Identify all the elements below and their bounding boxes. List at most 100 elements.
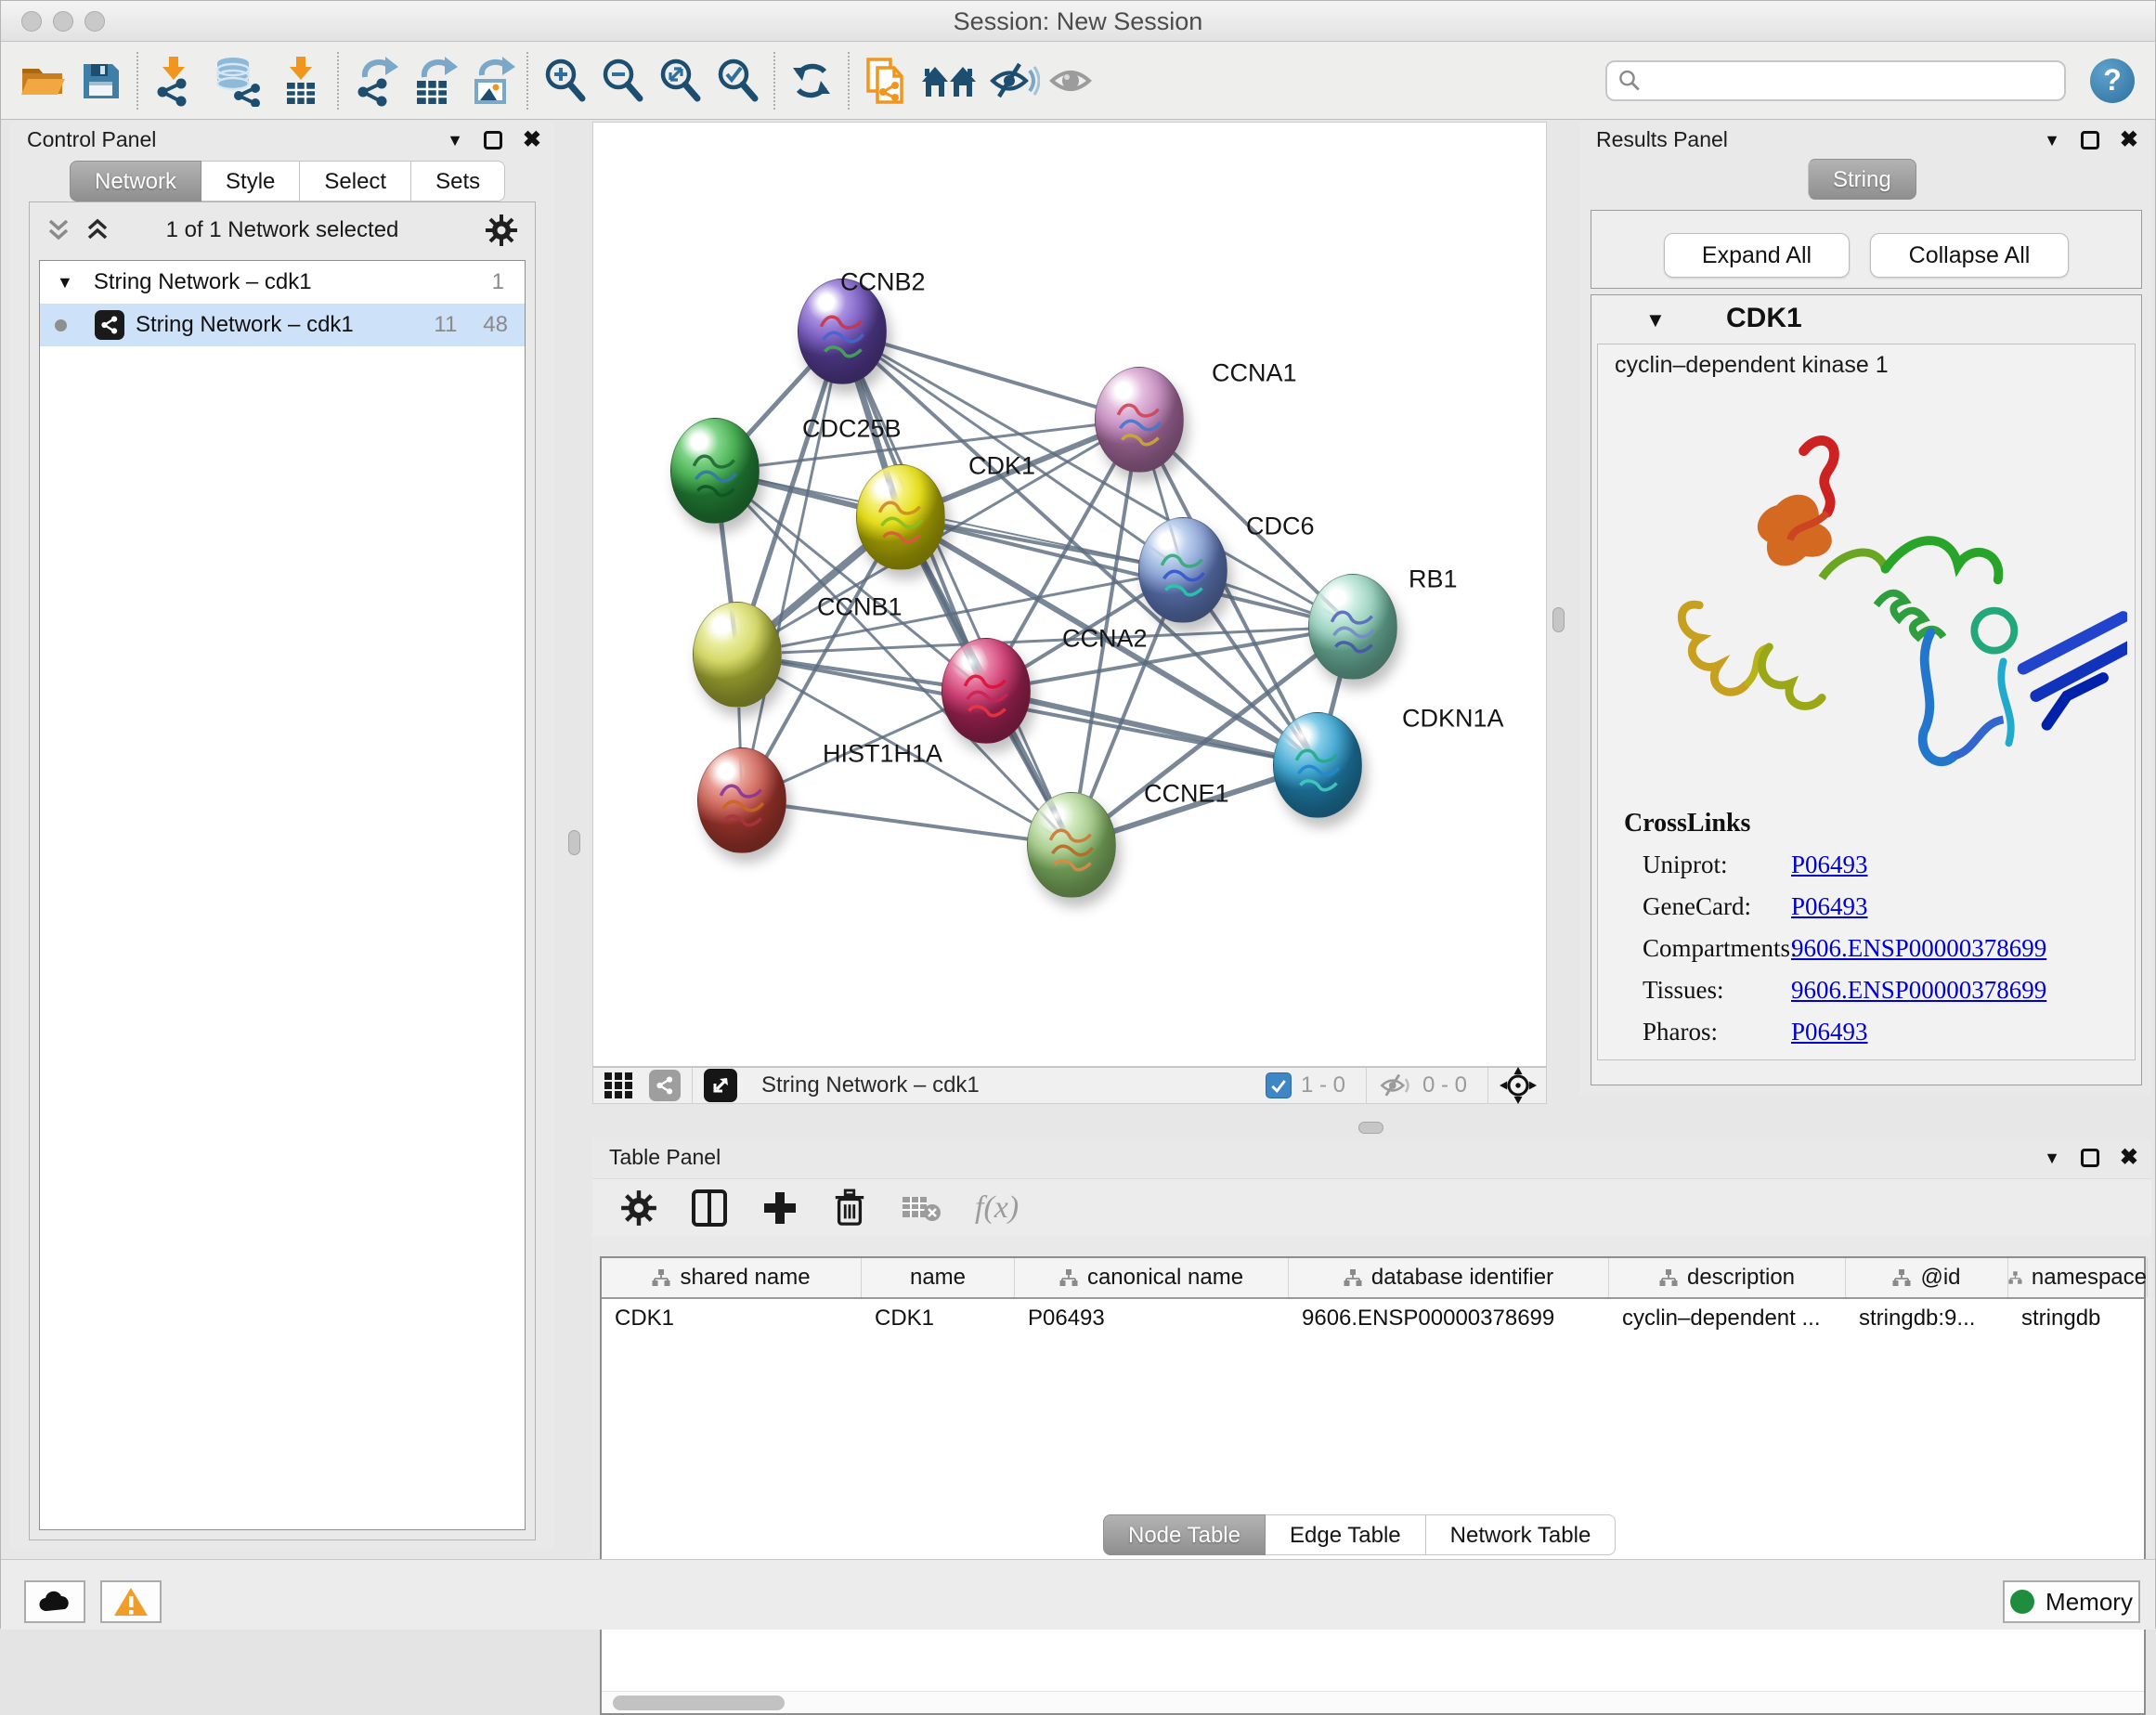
edge-HIST1H1A-CCNB2[interactable] [742,331,842,800]
column-header-database-identifier[interactable]: database identifier [1289,1258,1609,1297]
table-panel-title: Table Panel [609,1145,721,1170]
network-row-selected[interactable]: String Network – cdk1 11 48 [40,304,525,346]
memory-button[interactable]: Memory [2003,1580,2140,1623]
cloud-status-button[interactable] [24,1580,85,1623]
network-canvas[interactable]: CCNB2CCNA1CDC25BCDK1CDC6RB1CCNB1CCNA2CDK… [592,122,1547,1067]
column-header-@id[interactable]: @id [1846,1258,2008,1297]
panel-menu-icon[interactable]: ▼ [2044,129,2060,151]
node-CCNA1[interactable] [1095,367,1184,473]
node-CCNE1[interactable] [1027,792,1116,898]
detach-view-icon[interactable] [704,1069,737,1102]
crosslink-link[interactable]: 9606.ENSP00000378699 [1791,976,2046,1005]
show-all-button[interactable] [1043,51,1100,110]
toolbar-search[interactable] [1605,60,2066,101]
panel-menu-icon[interactable]: ▼ [2044,1147,2060,1169]
export-table-button[interactable] [404,51,461,110]
column-header-namespace[interactable]: namespace [2008,1258,2148,1297]
crosslink-link[interactable]: P06493 [1791,851,1868,879]
import-network-from-database-button[interactable] [203,51,272,110]
node-CDK1[interactable] [856,464,945,570]
cell-name[interactable]: CDK1 [862,1299,1015,1338]
column-header-shared-name[interactable]: shared name [602,1258,862,1297]
table-horizontal-scrollbar[interactable] [602,1691,2144,1713]
zoom-out-button[interactable] [593,51,651,110]
node-CDC6[interactable] [1138,517,1227,623]
warnings-button[interactable] [100,1580,162,1623]
gene-header[interactable]: ▼ CDK1 [1591,295,2141,344]
panel-float-icon[interactable] [2081,1149,2099,1167]
node-RB1[interactable] [1308,574,1397,680]
crosslink-link[interactable]: 9606.ENSP00000378699 [1791,934,2046,963]
open-session-button[interactable] [14,51,71,110]
edge-CCNA2-CDKN1A[interactable] [986,691,1318,765]
birds-eye-view-icon[interactable] [1500,1067,1537,1104]
scrollbar-thumb[interactable] [613,1696,785,1710]
node-CDC25B[interactable] [670,418,760,524]
expand-all-button[interactable]: Expand All [1664,233,1850,278]
collapse-all-button[interactable]: Collapse All [1870,233,2069,278]
refresh-button[interactable] [783,51,840,110]
left-splitter-handle[interactable] [568,830,580,855]
show-columns-icon[interactable] [691,1189,728,1228]
panel-close-icon[interactable]: ✖ [523,130,541,150]
panel-close-icon[interactable]: ✖ [2120,130,2138,150]
node-CCNA2[interactable] [942,638,1031,744]
crosslink-label: Pharos: [1643,1018,1718,1046]
crosslink-link[interactable]: P06493 [1791,892,1868,921]
node-CCNB1[interactable] [693,602,782,708]
table-row[interactable]: CDK1CDK1P064939606.ENSP00000378699cyclin… [602,1299,2144,1338]
cell-shared-name[interactable]: CDK1 [602,1299,862,1338]
tab-network[interactable]: Network [70,161,201,201]
import-network-button[interactable] [146,51,203,110]
clone-network-button[interactable] [857,51,915,110]
cell-@id[interactable]: stringdb:9... [1846,1299,2008,1338]
window-title: Session: New Session [1,7,2155,36]
tab-style[interactable]: Style [201,161,300,201]
zoom-selected-button[interactable] [708,51,766,110]
network-collection-row[interactable]: ▼ String Network – cdk1 1 [40,261,525,304]
edge-CCNB2-CCNA1[interactable] [842,331,1139,420]
node-HIST1H1A[interactable] [697,747,786,853]
string-network-icon[interactable] [649,1070,681,1101]
tab-network-table[interactable]: Network Table [1426,1514,1617,1555]
column-header-canonical-name[interactable]: canonical name [1015,1258,1289,1297]
node-CDKN1A[interactable] [1273,712,1362,818]
zoom-fit-button[interactable] [651,51,708,110]
cell-database-identifier[interactable]: 9606.ENSP00000378699 [1289,1299,1609,1338]
tab-select[interactable]: Select [300,161,411,201]
cell-canonical-name[interactable]: P06493 [1015,1299,1289,1338]
tab-node-table[interactable]: Node Table [1103,1514,1266,1555]
table-options-gear-icon[interactable] [620,1189,657,1227]
hide-selected-button[interactable] [985,51,1043,110]
collection-expand-triangle-icon[interactable]: ▼ [57,273,73,292]
tab-edge-table[interactable]: Edge Table [1266,1514,1426,1555]
tab-sets[interactable]: Sets [411,161,505,201]
panel-float-icon[interactable] [2081,131,2099,149]
cell-namespace[interactable]: stringdb [2008,1299,2148,1338]
first-neighbors-button[interactable] [915,51,985,110]
panel-float-icon[interactable] [484,131,502,149]
column-header-name[interactable]: name [862,1258,1015,1297]
import-table-button[interactable] [272,51,330,110]
edge-HIST1H1A-CCNE1[interactable] [742,800,1072,845]
right-splitter-handle[interactable] [1552,607,1565,632]
zoom-in-button[interactable] [536,51,593,110]
selected-checkbox-icon[interactable] [1266,1072,1292,1098]
panel-close-icon[interactable]: ✖ [2120,1148,2138,1168]
delete-column-trash-icon[interactable] [832,1188,867,1228]
gene-collapse-triangle-icon[interactable]: ▼ [1645,308,1666,332]
save-session-button[interactable] [71,51,129,110]
horizontal-splitter-handle[interactable] [1358,1122,1383,1134]
add-column-plus-icon[interactable] [761,1189,799,1227]
export-image-button[interactable] [461,51,519,110]
gear-icon[interactable] [485,214,518,247]
help-button[interactable]: ? [2090,58,2135,103]
tab-string[interactable]: String [1808,159,1916,200]
grid-view-icon[interactable] [603,1070,636,1101]
column-header-description[interactable]: description [1609,1258,1846,1297]
panel-menu-icon[interactable]: ▼ [447,129,463,151]
search-input[interactable] [1642,68,2053,94]
crosslink-link[interactable]: P06493 [1791,1018,1868,1046]
export-network-button[interactable] [346,51,404,110]
cell-description[interactable]: cyclin–dependent ... [1609,1299,1846,1338]
